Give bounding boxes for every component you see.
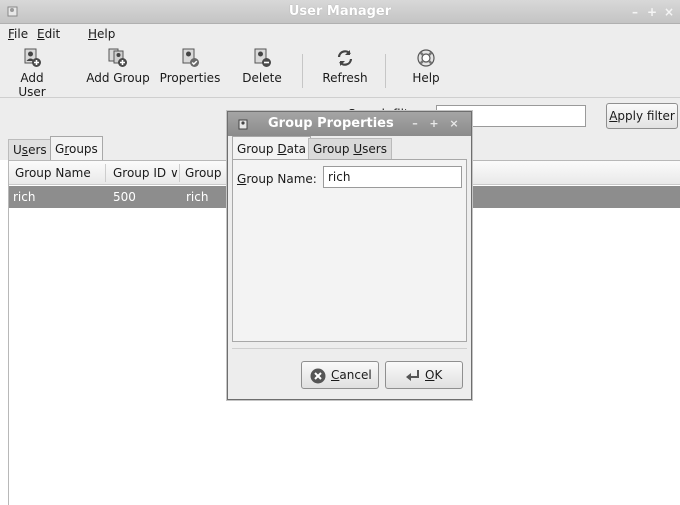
- delete-icon: [254, 48, 271, 67]
- group-name-label-text: roup Name:: [246, 172, 317, 186]
- add-group-button[interactable]: Add Group: [86, 48, 150, 85]
- enter-arrow-icon: [406, 370, 419, 381]
- dialog-titlebar: Group Properties – + ×: [228, 112, 471, 136]
- tab-groups-label-b: oups: [68, 142, 98, 156]
- toolbar: Add User Add Group Properties Delete Ref…: [0, 46, 680, 99]
- group-properties-dialog: Group Properties – + × Group Data Group …: [227, 111, 472, 400]
- group-name-input[interactable]: rich: [323, 166, 462, 188]
- tab-groups-label-a: G: [55, 142, 65, 156]
- group-name-mnemonic: G: [237, 172, 247, 186]
- group-name-label: Group Name:: [237, 172, 317, 186]
- cell-group-name: rich: [13, 190, 36, 204]
- tab-users[interactable]: Users: [8, 139, 52, 160]
- menubar: File Edit Help: [0, 24, 680, 46]
- toolbar-separator: [385, 54, 386, 88]
- dialog-minimize-button[interactable]: –: [408, 117, 422, 131]
- refresh-icon: [337, 50, 353, 66]
- menu-help-label: elp: [97, 27, 116, 41]
- properties-label: Properties: [159, 71, 221, 85]
- properties-button[interactable]: Properties: [157, 48, 223, 85]
- apply-filter-button[interactable]: Apply filter: [606, 103, 678, 129]
- tab-groups[interactable]: Groups: [50, 136, 103, 160]
- menu-help-mnemonic: H: [88, 27, 98, 41]
- add-group-icon: [108, 48, 127, 67]
- window-titlebar: User Manager – + ×: [0, 0, 680, 24]
- tab-group-data[interactable]: Group Data: [232, 136, 312, 159]
- dialog-app-icon: [238, 119, 248, 130]
- tab-group-users[interactable]: Group Users: [308, 138, 392, 159]
- tab-group-users-label-b: sers: [362, 142, 387, 156]
- menu-help[interactable]: Help: [88, 27, 115, 41]
- menu-file-label: ile: [14, 27, 29, 41]
- tab-users-label-a: U: [13, 143, 22, 157]
- cancel-label: Cancel: [331, 368, 372, 382]
- dialog-close-button[interactable]: ×: [447, 117, 461, 131]
- menu-edit[interactable]: Edit: [37, 27, 60, 41]
- cancel-icon: [310, 368, 326, 384]
- lifebuoy-icon: [417, 49, 435, 67]
- tab-group-data-label-a: Group: [237, 142, 278, 156]
- menu-edit-mnemonic: E: [37, 27, 45, 41]
- ok-button[interactable]: OK: [385, 361, 463, 389]
- minimize-button[interactable]: –: [628, 5, 642, 19]
- group-data-panel: Group Name: rich: [232, 159, 467, 342]
- cell-group-id: 500: [113, 190, 136, 204]
- help-label: Help: [412, 71, 440, 85]
- menu-file[interactable]: File: [8, 27, 28, 41]
- menu-edit-label: dit: [44, 27, 61, 41]
- tab-group-users-mnemonic: U: [353, 142, 363, 156]
- ok-label: OK: [425, 368, 442, 382]
- dialog-maximize-button[interactable]: +: [427, 117, 441, 131]
- column-divider: [105, 164, 106, 182]
- column-group-name[interactable]: Group Name: [15, 166, 91, 180]
- cancel-label-text: ancel: [339, 368, 372, 382]
- properties-icon: [182, 48, 199, 67]
- help-button[interactable]: Help: [406, 48, 446, 85]
- add-group-label: Add Group: [86, 71, 150, 85]
- refresh-label: Refresh: [322, 71, 368, 85]
- tab-group-data-label-b: ata: [286, 142, 307, 156]
- delete-label: Delete: [242, 71, 282, 85]
- column-divider: [179, 164, 180, 182]
- close-button[interactable]: ×: [662, 5, 676, 19]
- apply-filter-label: pply filter: [617, 109, 675, 123]
- tab-group-users-label-a: Group: [313, 142, 354, 156]
- column-group-id[interactable]: Group ID ∨: [113, 166, 179, 180]
- dialog-title: Group Properties: [268, 116, 394, 131]
- add-user-label: Add User: [18, 71, 46, 99]
- window-title: User Manager: [288, 4, 392, 19]
- cell-group-members: rich: [186, 190, 209, 204]
- maximize-button[interactable]: +: [645, 5, 659, 19]
- delete-button[interactable]: Delete: [239, 48, 285, 85]
- add-user-button[interactable]: Add User: [6, 48, 58, 99]
- dialog-separator: [232, 348, 467, 349]
- tab-group-data-mnemonic: D: [277, 142, 287, 156]
- add-user-icon: [24, 48, 41, 67]
- toolbar-separator: [302, 54, 303, 88]
- refresh-button[interactable]: Refresh: [319, 48, 371, 85]
- cancel-button[interactable]: Cancel: [301, 361, 379, 389]
- ok-label-text: K: [434, 368, 443, 382]
- tab-users-label-b: ers: [28, 143, 47, 157]
